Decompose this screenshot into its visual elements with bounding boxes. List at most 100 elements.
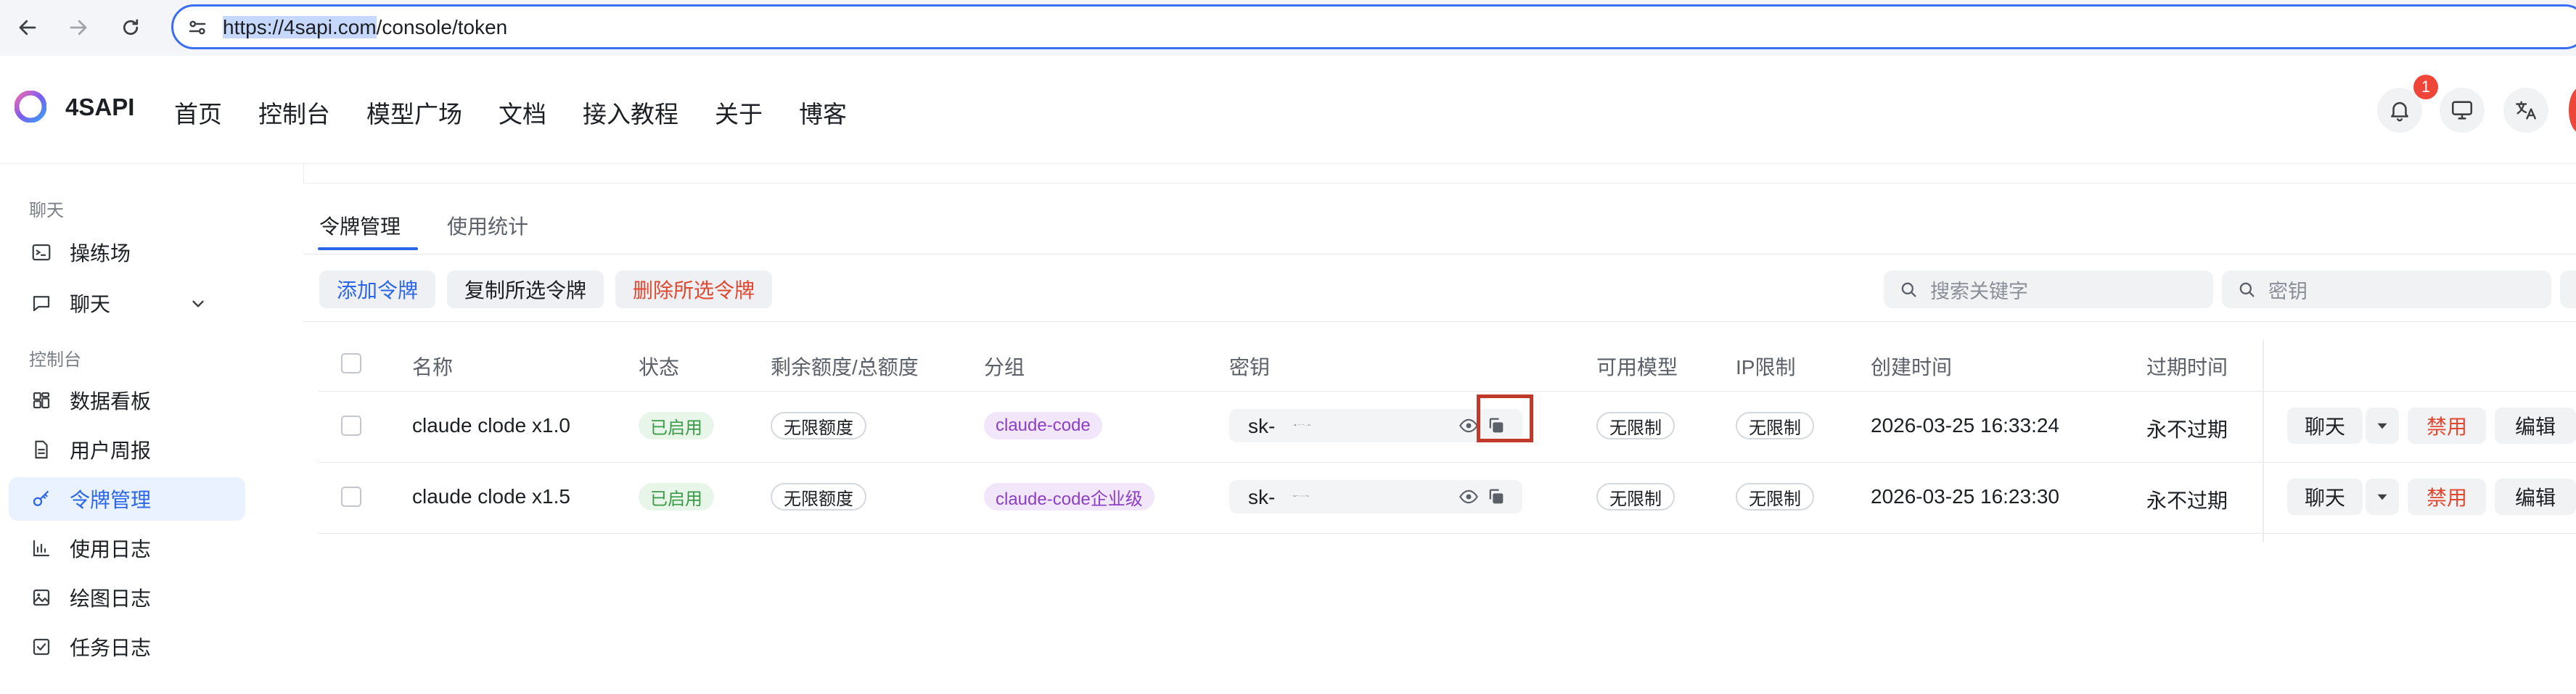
sidebar-item-label: 令牌管理 <box>70 489 152 511</box>
quota-tag: 无限额度 <box>771 412 866 439</box>
sidebar-item-label: 任务日志 <box>70 637 152 659</box>
url-selected: https://4sapi.com <box>223 16 377 38</box>
document-icon <box>35 440 48 459</box>
col-created: 创建时间 <box>1871 356 1953 379</box>
status-badge: 已启用 <box>639 483 714 511</box>
keyword-search-input[interactable]: 搜索关键字 <box>1884 270 2213 308</box>
key-search-input[interactable]: 密钥 <box>2222 270 2551 308</box>
col-models: 可用模型 <box>1596 356 1678 379</box>
brand-name[interactable]: 4SAPI <box>65 94 134 121</box>
logo-icon <box>15 91 46 123</box>
row-checkbox[interactable] <box>341 416 361 436</box>
created-time: 2026-03-25 16:23:30 <box>1871 485 2059 508</box>
chat-dropdown-button[interactable] <box>2366 479 2399 515</box>
sidebar-item-task-log[interactable]: 任务日志 <box>9 625 245 669</box>
edit-button[interactable]: 编辑 <box>2495 479 2576 515</box>
url-path: /console/token <box>376 16 508 38</box>
site-settings-icon[interactable] <box>186 17 208 38</box>
sidebar-item-label: 用户周报 <box>70 439 152 462</box>
url-text[interactable]: https://4sapi.com/console/token <box>223 16 508 38</box>
avatar[interactable] <box>2569 88 2576 133</box>
col-group: 分组 <box>984 356 1025 379</box>
back-button[interactable] <box>13 13 42 42</box>
row-checkbox[interactable] <box>341 487 361 507</box>
nav-tutorial[interactable]: 接入教程 <box>583 95 678 130</box>
nav-docs[interactable]: 文档 <box>499 95 546 130</box>
copy-selected-button[interactable]: 复制所选令牌 <box>447 270 604 308</box>
disable-button[interactable]: 禁用 <box>2408 408 2486 444</box>
reload-button[interactable] <box>116 13 145 42</box>
key-prefix: sk- <box>1248 415 1276 437</box>
tabs-divider <box>303 254 2576 255</box>
key-icon <box>33 490 49 506</box>
sidebar-item-weekly-report[interactable]: 用户周报 <box>9 428 245 471</box>
sidebar-item-usage-log[interactable]: 使用日志 <box>9 526 245 570</box>
eye-icon[interactable] <box>1459 416 1479 436</box>
expire-time: 永不过期 <box>2146 489 2228 512</box>
top-nav: 首页 控制台 模型广场 文档 接入教程 关于 博客 <box>174 95 883 130</box>
reload-icon <box>123 19 139 36</box>
translate-icon <box>2516 101 2536 120</box>
bell-icon <box>2391 102 2408 122</box>
dashboard-icon <box>33 392 50 409</box>
add-token-button[interactable]: 添加令牌 <box>319 270 436 308</box>
language-button[interactable] <box>2503 88 2548 133</box>
sidebar-item-playground[interactable]: 操练场 <box>9 231 245 274</box>
sidebar-item-label: 操练场 <box>70 242 131 265</box>
search-placeholder: 密钥 <box>2268 280 2308 302</box>
models-tag: 无限制 <box>1596 412 1675 439</box>
chevron-down-icon[interactable] <box>189 294 208 313</box>
eye-icon[interactable] <box>1459 487 1479 507</box>
main-panel: 令牌管理 使用统计 添加令牌 复制所选令牌 删除所选令牌 搜索关键字 密钥 名称… <box>303 183 2576 694</box>
sidebar-item-drawing-log[interactable]: 绘图日志 <box>9 576 245 619</box>
col-expire: 过期时间 <box>2146 356 2228 379</box>
search-icon <box>1901 282 1916 297</box>
nav-home[interactable]: 首页 <box>174 95 222 130</box>
col-status: 状态 <box>639 356 680 379</box>
disable-button[interactable]: 禁用 <box>2408 479 2486 515</box>
chat-button[interactable]: 聊天 <box>2287 479 2363 515</box>
toolbar-divider <box>303 321 2576 322</box>
arrow-right-icon <box>70 20 87 36</box>
more-filter-input[interactable] <box>2560 270 2576 308</box>
sidebar-item-label: 聊天 <box>70 293 111 315</box>
edit-button[interactable]: 编辑 <box>2495 408 2576 444</box>
bar-chart-icon <box>33 540 50 557</box>
notification-badge: 1 <box>2413 75 2438 99</box>
forward-button[interactable] <box>64 13 93 42</box>
group-tag: claude-code <box>984 412 1102 439</box>
ip-tag: 无限制 <box>1736 483 1814 511</box>
address-bar[interactable]: https://4sapi.com/console/token <box>171 4 2576 49</box>
sidebar-section-console: 控制台 <box>29 350 81 370</box>
col-quota: 剩余额度/总额度 <box>771 356 919 379</box>
models-tag: 无限制 <box>1596 483 1675 511</box>
nav-about[interactable]: 关于 <box>715 95 763 130</box>
select-all-checkbox[interactable] <box>341 353 361 373</box>
checkbox-icon <box>33 638 50 656</box>
copy-icon[interactable] <box>1486 487 1506 507</box>
chat-icon <box>33 296 50 312</box>
quota-tag: 无限额度 <box>771 483 866 511</box>
delete-selected-button[interactable]: 删除所选令牌 <box>615 270 773 308</box>
nav-console[interactable]: 控制台 <box>258 95 330 130</box>
created-time: 2026-03-25 16:33:24 <box>1871 414 2059 437</box>
terminal-icon <box>32 244 51 261</box>
sidebar-item-dashboard[interactable]: 数据看板 <box>9 379 245 422</box>
sidebar-section-chat: 聊天 <box>29 201 64 220</box>
theme-button[interactable] <box>2440 88 2485 133</box>
tab-token-management[interactable]: 令牌管理 <box>319 211 401 240</box>
sidebar-item-chat[interactable]: 聊天 <box>9 281 245 325</box>
fixed-column-divider <box>2263 339 2264 542</box>
masked-key <box>1293 495 1309 497</box>
chat-button[interactable]: 聊天 <box>2287 408 2363 444</box>
nav-blog[interactable]: 博客 <box>799 95 847 130</box>
row-divider <box>318 462 2576 463</box>
token-key-field[interactable]: sk- <box>1229 480 1522 513</box>
nav-models[interactable]: 模型广场 <box>366 95 462 130</box>
active-tab-indicator <box>318 247 418 250</box>
sidebar-item-token-management[interactable]: 令牌管理 <box>9 477 245 521</box>
ip-tag: 无限制 <box>1736 412 1814 439</box>
tab-usage-stats[interactable]: 使用统计 <box>447 211 528 240</box>
chat-dropdown-button[interactable] <box>2366 408 2399 444</box>
copy-button-highlight <box>1477 394 1533 442</box>
